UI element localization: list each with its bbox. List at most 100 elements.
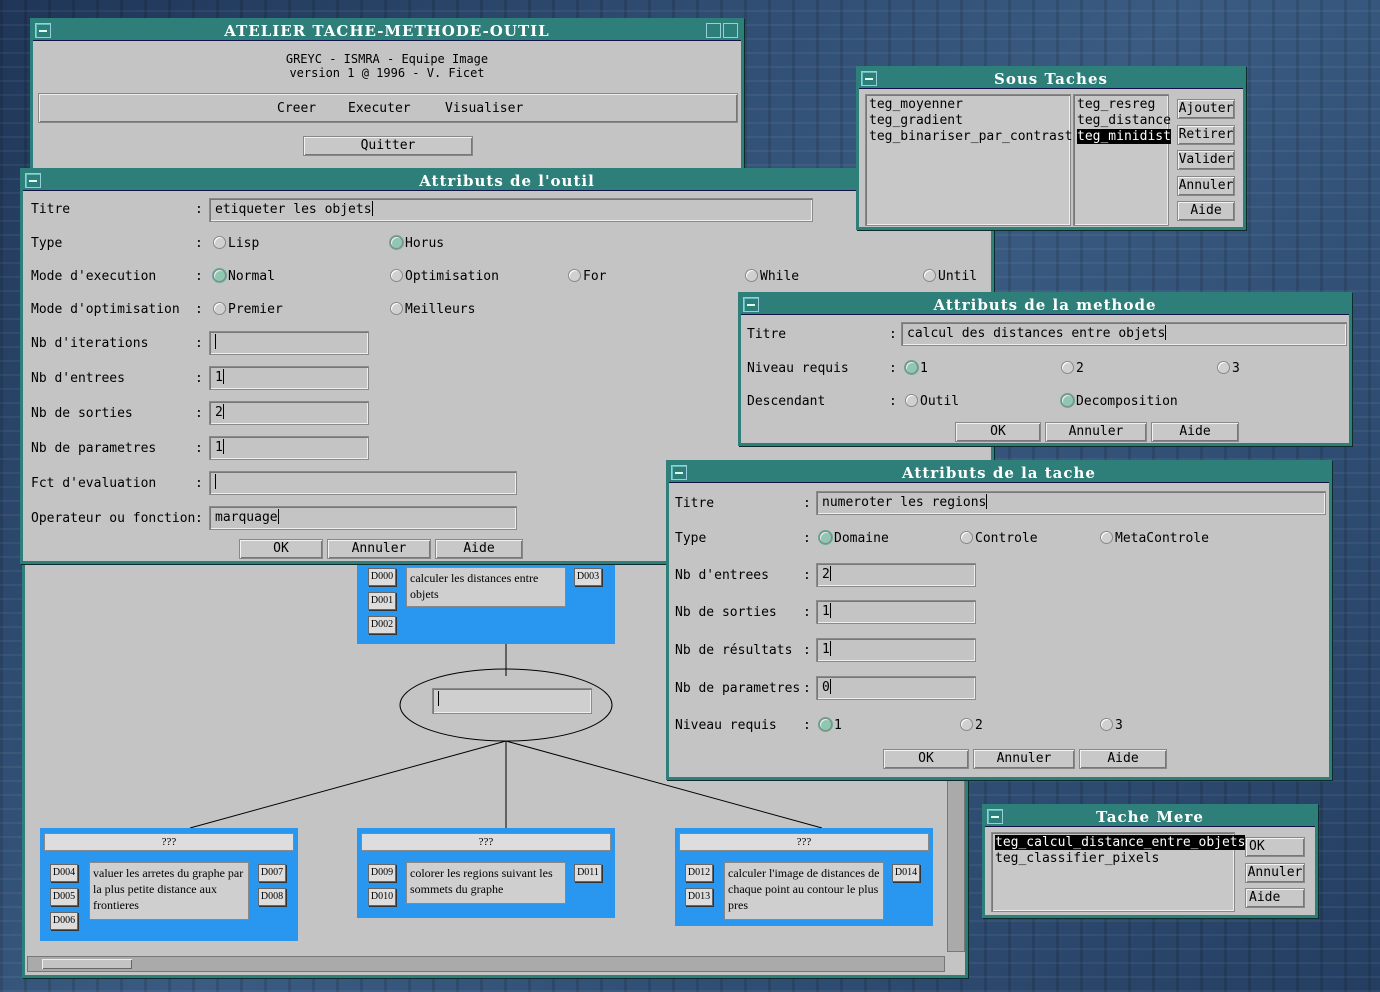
ok-button[interactable]: OK	[883, 749, 969, 769]
fct-evaluation-field[interactable]	[209, 471, 517, 495]
tache-mere-titlebar[interactable]: Tache Mere	[985, 807, 1315, 827]
window-menu-icon[interactable]	[987, 809, 1003, 824]
window-menu-icon[interactable]	[743, 297, 759, 312]
radio-meilleurs[interactable]: Meilleurs	[390, 302, 475, 318]
list-item[interactable]: teg_binariser_par_contraste	[869, 129, 1080, 145]
sous-taches-titlebar[interactable]: Sous Taches	[859, 69, 1243, 89]
annuler-button[interactable]: Annuler	[327, 539, 431, 559]
nb-parametres-field[interactable]: 1	[209, 436, 369, 460]
radio-while[interactable]: While	[745, 269, 799, 285]
data-port[interactable]: D002	[368, 616, 396, 634]
task-description[interactable]: valuer les arretes du graphe par la plus…	[89, 862, 249, 920]
nb-iterations-field[interactable]	[209, 331, 369, 355]
titre-field[interactable]: etiqueter les objets	[209, 198, 813, 222]
available-subtasks-list[interactable]: teg_moyenner teg_gradient teg_binariser_…	[865, 94, 1080, 226]
list-item-selected[interactable]: teg_minidist	[1077, 129, 1171, 145]
data-port[interactable]: D009	[368, 864, 396, 882]
tache-titlebar[interactable]: Attributs de la tache	[669, 463, 1329, 483]
radio-premier[interactable]: Premier	[213, 302, 283, 318]
data-port[interactable]: D010	[368, 888, 396, 906]
data-port[interactable]: D008	[258, 888, 286, 906]
data-port[interactable]: D006	[50, 912, 78, 930]
task-description[interactable]: calculer les distances entre objets	[406, 567, 566, 607]
radio-niveau-3[interactable]: 3	[1100, 718, 1123, 734]
methode-titre-field[interactable]: calcul des distances entre objets	[901, 322, 1347, 346]
radio-niveau-1[interactable]: 1	[819, 718, 842, 734]
task-description[interactable]: colorer les regions suivant les sommets …	[406, 862, 566, 904]
aide-button[interactable]: Aide	[1079, 749, 1167, 769]
outil-titlebar[interactable]: Attributs de l'outil	[23, 171, 991, 191]
radio-niveau-1[interactable]: 1	[905, 361, 928, 377]
aide-button[interactable]: Aide	[1177, 201, 1235, 221]
aide-button[interactable]: Aide	[1245, 888, 1305, 908]
data-port[interactable]: D011	[574, 864, 602, 882]
data-port[interactable]: D003	[574, 568, 602, 586]
methode-titlebar[interactable]: Attributs de la methode	[741, 295, 1349, 315]
radio-lisp[interactable]: Lisp	[213, 236, 259, 252]
colon: :	[195, 406, 203, 421]
ok-button[interactable]: OK	[955, 422, 1041, 442]
tache-nb-sorties-field[interactable]: 1	[816, 600, 976, 624]
annuler-button[interactable]: Annuler	[1045, 422, 1147, 442]
window-menu-icon[interactable]	[671, 465, 687, 480]
tache-title: Attributs de la tache	[902, 464, 1096, 482]
radio-decomposition[interactable]: Decomposition	[1061, 394, 1178, 410]
tache-nb-entrees-field[interactable]: 2	[816, 563, 976, 587]
aide-button[interactable]: Aide	[435, 539, 523, 559]
radio-niveau-2[interactable]: 2	[960, 718, 983, 734]
window-menu-icon[interactable]	[861, 71, 877, 86]
radio-optimisation[interactable]: Optimisation	[390, 269, 499, 285]
data-port[interactable]: D013	[685, 888, 713, 906]
data-port[interactable]: D007	[258, 864, 286, 882]
colon: :	[803, 681, 811, 696]
radio-normal[interactable]: Normal	[213, 269, 275, 285]
radio-controle[interactable]: Controle	[960, 531, 1038, 547]
window-menu-icon[interactable]	[25, 173, 41, 188]
nb-entrees-field[interactable]: 1	[209, 366, 369, 390]
selected-subtasks-list[interactable]: teg_resreg teg_distance teg_minidist	[1073, 94, 1171, 226]
ok-button[interactable]: OK	[239, 539, 323, 559]
operateur-field[interactable]: marquage	[209, 506, 517, 530]
label-type: Type	[675, 531, 707, 546]
radio-niveau-2[interactable]: 2	[1061, 361, 1084, 377]
ok-button[interactable]: OK	[1245, 837, 1305, 857]
tache-mere-window: Tache Mere teg_calcul_distance_entre_obj…	[982, 804, 1318, 918]
radio-horus[interactable]: Horus	[390, 236, 444, 252]
list-item[interactable]: teg_gradient	[869, 113, 1067, 129]
tache-titre-field[interactable]: numeroter les regions	[816, 491, 1326, 515]
aide-button[interactable]: Aide	[1151, 422, 1239, 442]
radio-until[interactable]: Until	[923, 269, 977, 285]
task-description[interactable]: calculer l'image de distances de chaque …	[724, 862, 884, 920]
method-node-input[interactable]	[432, 688, 592, 714]
data-port[interactable]: D012	[685, 864, 713, 882]
radio-off-icon	[213, 302, 226, 315]
annuler-button[interactable]: Annuler	[1177, 176, 1235, 196]
radio-for[interactable]: For	[568, 269, 606, 285]
colon: :	[803, 605, 811, 620]
data-port[interactable]: D000	[368, 568, 396, 586]
list-item[interactable]: teg_moyenner	[869, 97, 1067, 113]
valider-button[interactable]: Valider	[1177, 150, 1235, 170]
radio-outil[interactable]: Outil	[905, 394, 959, 410]
data-port[interactable]: D004	[50, 864, 78, 882]
list-item-selected[interactable]: teg_calcul_distance_entre_objets	[995, 835, 1246, 851]
nb-sorties-field[interactable]: 2	[209, 401, 369, 425]
retirer-button[interactable]: Retirer	[1177, 125, 1235, 145]
label-nb-entrees: Nb d'entrees	[31, 371, 125, 386]
annuler-button[interactable]: Annuler	[1245, 863, 1305, 883]
data-port[interactable]: D005	[50, 888, 78, 906]
parent-task-list[interactable]: teg_calcul_distance_entre_objets teg_cla…	[991, 832, 1246, 912]
radio-domaine[interactable]: Domaine	[819, 531, 889, 547]
data-port[interactable]: D014	[892, 864, 920, 882]
list-item[interactable]: teg_distance	[1077, 113, 1171, 129]
radio-metacontrole[interactable]: MetaControle	[1100, 531, 1209, 547]
tache-nb-parametres-field[interactable]: 0	[816, 676, 976, 700]
radio-niveau-3[interactable]: 3	[1217, 361, 1240, 377]
annuler-button[interactable]: Annuler	[973, 749, 1075, 769]
radio-on-icon	[390, 236, 403, 249]
list-item[interactable]: teg_classifier_pixels	[995, 851, 1231, 867]
tache-nb-resultats-field[interactable]: 1	[816, 638, 976, 662]
ajouter-button[interactable]: Ajouter	[1177, 99, 1235, 119]
list-item[interactable]: teg_resreg	[1077, 97, 1165, 113]
data-port[interactable]: D001	[368, 592, 396, 610]
